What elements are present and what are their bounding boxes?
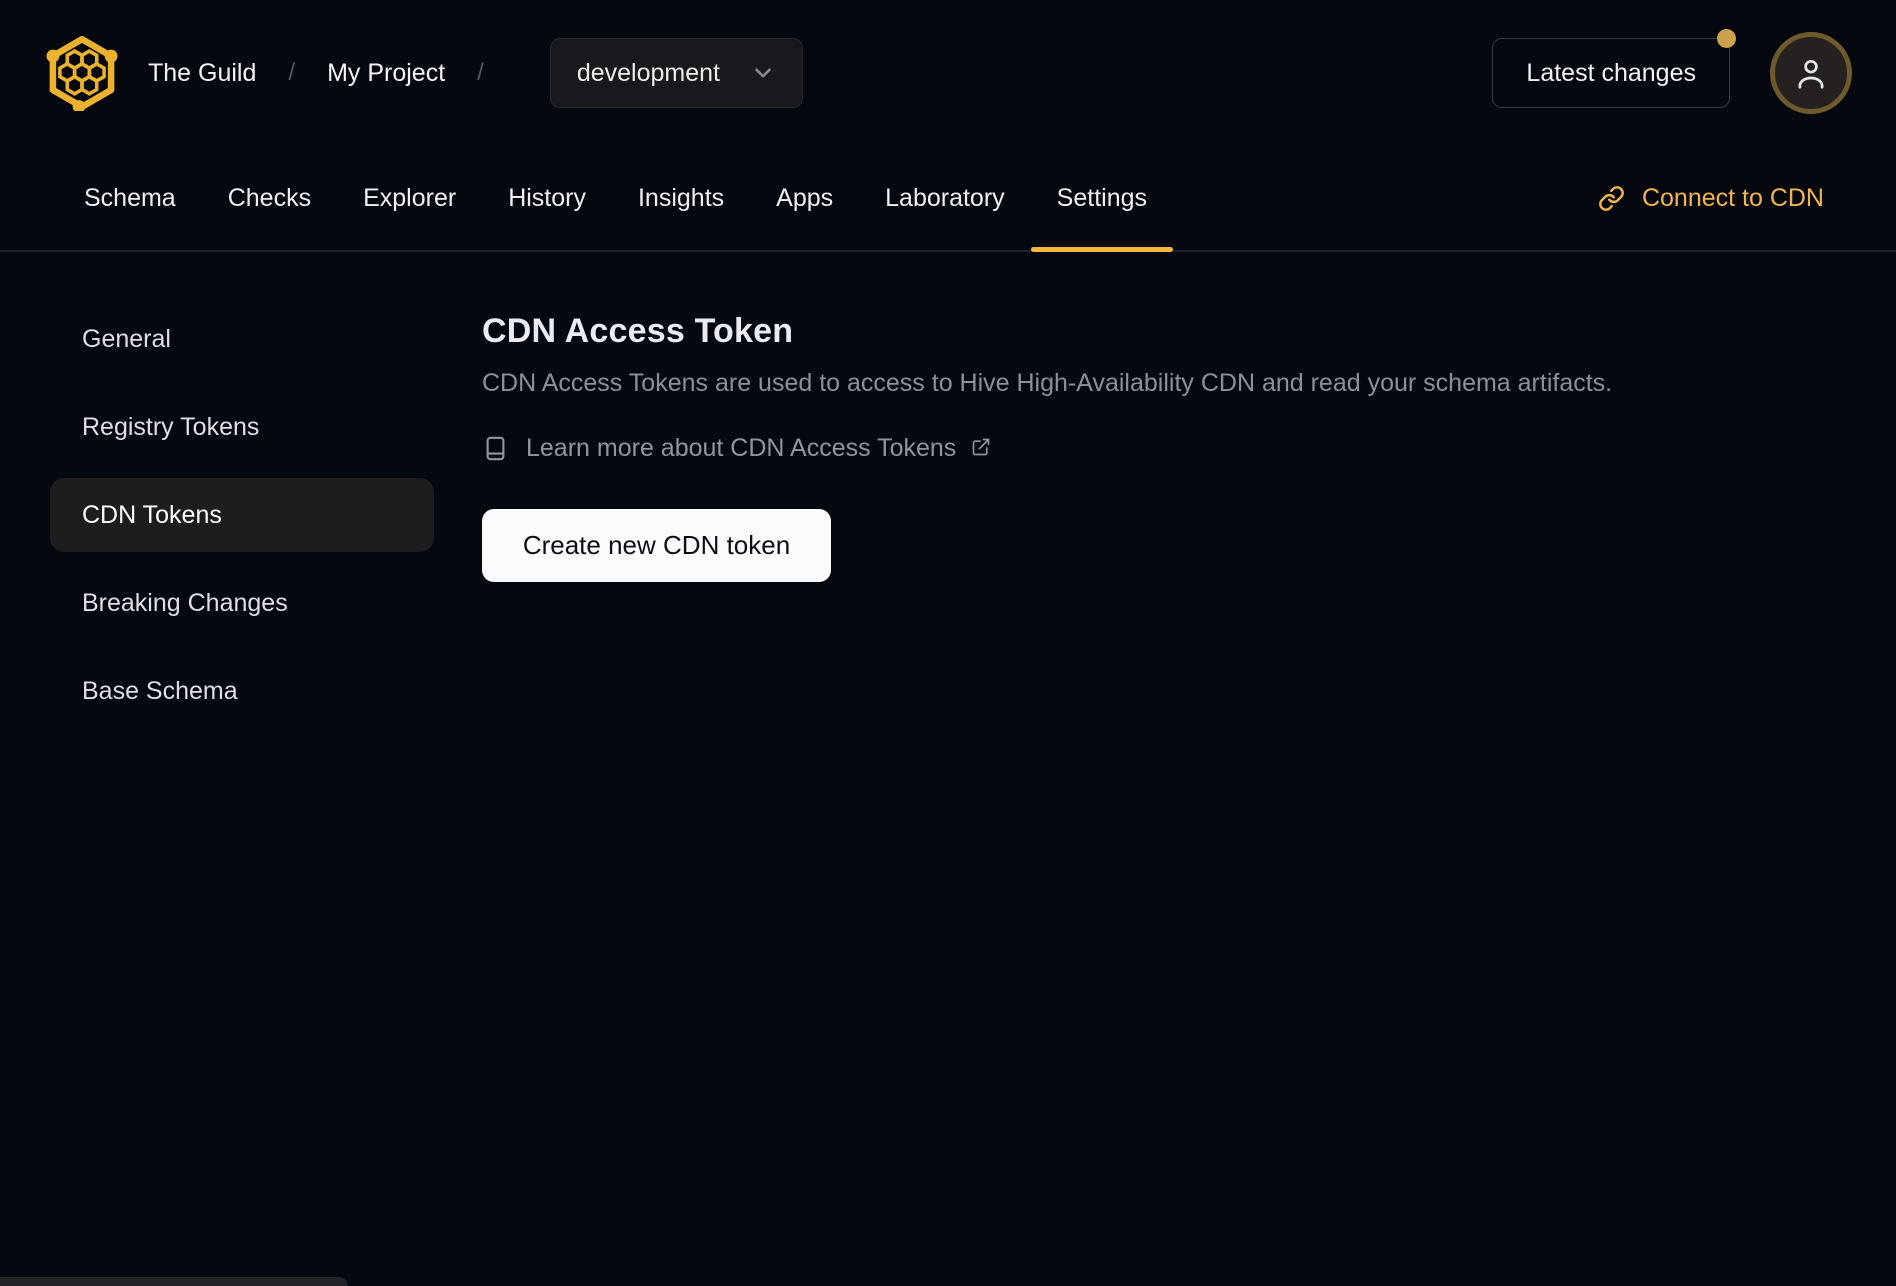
create-cdn-token-button[interactable]: Create new CDN token (482, 509, 831, 582)
notification-dot (1717, 29, 1736, 48)
tab-navigation: Schema Checks Explorer History Insights … (0, 146, 1896, 252)
tab-settings[interactable]: Settings (1030, 146, 1174, 252)
bottom-toast-partial[interactable] (0, 1277, 348, 1286)
latest-changes-button[interactable]: Latest changes (1492, 29, 1736, 108)
hive-honeycomb-logo-icon[interactable] (44, 35, 120, 111)
settings-sidebar: General Registry Tokens CDN Tokens Break… (0, 252, 434, 742)
sidebar-item-registry-tokens[interactable]: Registry Tokens (50, 390, 434, 464)
tabs-list: Schema Checks Explorer History Insights … (58, 146, 1174, 252)
breadcrumb-org[interactable]: The Guild (148, 59, 256, 88)
target-selector-value: development (576, 58, 720, 87)
user-icon (1792, 54, 1830, 92)
user-avatar[interactable] (1770, 32, 1852, 114)
link-icon (1598, 185, 1625, 212)
tab-checks[interactable]: Checks (202, 146, 337, 250)
learn-more-label: Learn more about CDN Access Tokens (526, 434, 957, 462)
chevron-down-icon (750, 60, 776, 86)
breadcrumb-separator: / (288, 59, 296, 86)
book-icon (482, 435, 509, 462)
latest-changes-label: Latest changes (1526, 58, 1696, 87)
sidebar-item-general[interactable]: General (50, 302, 434, 376)
external-link-icon (971, 437, 991, 457)
tab-apps[interactable]: Apps (750, 146, 859, 250)
breadcrumb-separator: / (477, 59, 484, 86)
page-title: CDN Access Token (482, 312, 794, 350)
header-actions: Latest changes (1492, 29, 1852, 114)
breadcrumb: The Guild / My Project / (148, 59, 516, 88)
app-header: The Guild / My Project / development Lat… (0, 0, 1896, 146)
sidebar-item-base-schema[interactable]: Base Schema (50, 654, 434, 728)
connect-to-cdn-label: Connect to CDN (1641, 183, 1824, 212)
sidebar-item-breaking-changes[interactable]: Breaking Changes (50, 566, 434, 640)
learn-more-link[interactable]: Learn more about CDN Access Tokens (482, 434, 1836, 463)
target-selector-dropdown[interactable]: development (549, 38, 803, 108)
tab-insights[interactable]: Insights (612, 146, 750, 250)
main-panel: CDN Access Token CDN Access Tokens are u… (434, 252, 1896, 582)
tab-history[interactable]: History (482, 146, 612, 250)
page-description: CDN Access Tokens are used to access to … (482, 369, 1613, 397)
tab-schema[interactable]: Schema (58, 146, 202, 250)
tab-explorer[interactable]: Explorer (337, 146, 482, 250)
content-area: General Registry Tokens CDN Tokens Break… (0, 252, 1896, 742)
sidebar-item-cdn-tokens[interactable]: CDN Tokens (50, 478, 434, 552)
connect-to-cdn-link[interactable]: Connect to CDN (1598, 146, 1824, 250)
breadcrumb-project[interactable]: My Project (327, 59, 445, 88)
tab-laboratory[interactable]: Laboratory (859, 146, 1031, 250)
